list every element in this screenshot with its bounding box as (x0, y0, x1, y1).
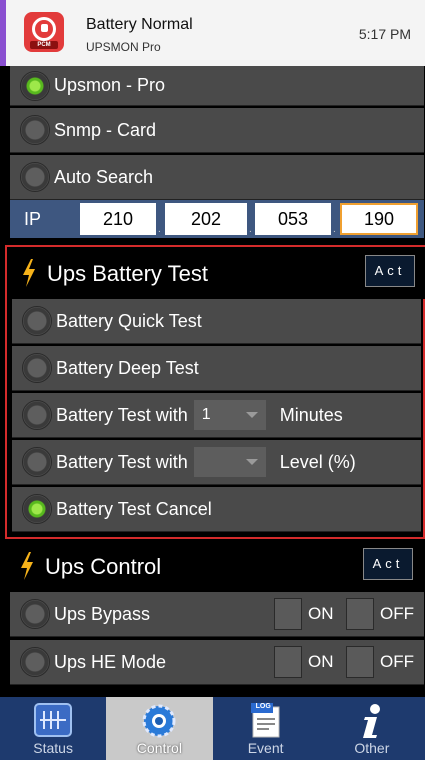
off-label: OFF (380, 604, 414, 623)
bottom-tab-bar: Status Control LOG Event Other (0, 697, 425, 760)
ip-octet-4[interactable]: 190 (340, 203, 418, 235)
log-icon-text: LOG (255, 703, 271, 710)
tab-other[interactable]: Other (319, 697, 425, 760)
option-label: Battery Deep Test (56, 357, 199, 378)
option-battery-test-level[interactable]: Battery Test with Level (%) (12, 440, 421, 485)
on-label: ON (308, 604, 334, 623)
checkbox[interactable] (346, 598, 374, 630)
radio-unselected-icon[interactable] (20, 599, 50, 629)
tab-label: Control (136, 740, 182, 756)
tab-label: Event (247, 740, 284, 756)
minutes-unit-label: Minutes (279, 404, 343, 425)
radio-unselected-icon[interactable] (22, 306, 52, 336)
checkbox[interactable] (274, 646, 302, 678)
radio-selected-icon[interactable] (20, 70, 50, 101)
checkbox[interactable] (346, 646, 374, 678)
option-snmp-card[interactable]: Snmp - Card (10, 108, 424, 153)
off-label: OFF (380, 652, 414, 671)
option-label: Auto Search (54, 166, 154, 187)
option-label: Upsmon - Pro (54, 75, 166, 95)
radio-unselected-icon[interactable] (20, 647, 50, 677)
minutes-select-value: 1 (201, 406, 211, 423)
ip-separator: . (333, 224, 336, 235)
ups-control-title: Ups Control (45, 554, 162, 579)
option-ups-bypass[interactable]: Ups Bypass ON OFF (10, 592, 424, 637)
radio-unselected-icon[interactable] (22, 353, 52, 383)
radio-selected-icon[interactable] (22, 494, 52, 524)
radio-unselected-icon[interactable] (22, 447, 52, 477)
option-auto-search[interactable]: Auto Search (10, 155, 424, 200)
option-ups-he-mode[interactable]: Ups HE Mode ON OFF (10, 640, 424, 685)
notification[interactable]: PCM Battery Normal UPSMON Pro 5:17 PM (0, 0, 425, 66)
power-plug-icon (32, 17, 56, 41)
battery-test-panel: Ups Battery Test Act Battery Quick Test … (5, 245, 425, 539)
ip-octet-1[interactable]: 210 (80, 203, 156, 235)
notification-time: 5:17 PM (358, 26, 411, 42)
option-label: Ups HE Mode (54, 651, 167, 672)
battery-test-header: Ups Battery Test Act (7, 247, 425, 299)
ip-octet-2[interactable]: 202 (165, 203, 247, 235)
battery-test-act-button[interactable]: Act (365, 255, 415, 287)
ip-address-row: IP 210 . 202 . 053 . 190 (10, 200, 424, 238)
radio-unselected-icon[interactable] (20, 162, 50, 192)
ip-label: IP (24, 208, 42, 229)
level-select[interactable] (193, 447, 266, 477)
ip-separator: . (158, 224, 161, 235)
option-upsmon-pro[interactable]: Upsmon - Pro (10, 66, 424, 106)
chevron-down-icon (245, 412, 258, 418)
radio-unselected-icon[interactable] (22, 400, 52, 430)
gear-icon (142, 704, 176, 738)
tab-control[interactable]: Control (106, 697, 213, 760)
option-battery-deep-test[interactable]: Battery Deep Test (12, 346, 421, 391)
notification-app-name: UPSMON Pro (86, 40, 161, 54)
tab-event[interactable]: LOG Event (213, 697, 319, 760)
app-icon-tag: PCM (30, 41, 58, 49)
option-label: Battery Test with (56, 451, 188, 472)
minutes-select[interactable]: 1 (193, 400, 266, 430)
option-label: Battery Test with (56, 404, 188, 425)
tab-label: Status (33, 740, 73, 756)
on-label: ON (308, 652, 334, 671)
option-label: Ups Bypass (54, 603, 151, 624)
chevron-down-icon (245, 459, 258, 465)
ups-control-act-button[interactable]: Act (363, 548, 413, 580)
checkbox[interactable] (274, 598, 302, 630)
radio-unselected-icon[interactable] (20, 115, 50, 145)
info-icon (362, 704, 380, 738)
lightning-icon (21, 552, 33, 580)
option-battery-test-cancel[interactable]: Battery Test Cancel (12, 487, 421, 532)
bypass-off-toggle[interactable]: OFF (346, 598, 414, 630)
he-mode-off-toggle[interactable]: OFF (346, 646, 414, 678)
monitor-icon (34, 703, 73, 737)
option-label: Battery Quick Test (56, 310, 202, 331)
option-battery-test-minutes[interactable]: Battery Test with 1 Minutes (12, 393, 421, 438)
tab-status[interactable]: Status (0, 697, 106, 760)
battery-test-title: Ups Battery Test (47, 261, 208, 286)
ups-control-header: Ups Control Act (5, 540, 425, 592)
app-icon: PCM (24, 12, 64, 52)
he-mode-on-toggle[interactable]: ON (274, 646, 334, 678)
ip-octet-3[interactable]: 053 (255, 203, 331, 235)
option-label: Battery Test Cancel (56, 498, 212, 519)
lightning-icon (23, 259, 35, 287)
bypass-on-toggle[interactable]: ON (274, 598, 334, 630)
tab-label: Other (354, 740, 390, 756)
level-unit-label: Level (%) (279, 451, 356, 472)
ip-separator: . (249, 224, 252, 235)
notification-title: Battery Normal (86, 16, 193, 33)
option-battery-quick-test[interactable]: Battery Quick Test (12, 299, 421, 344)
option-label: Snmp - Card (54, 119, 157, 140)
